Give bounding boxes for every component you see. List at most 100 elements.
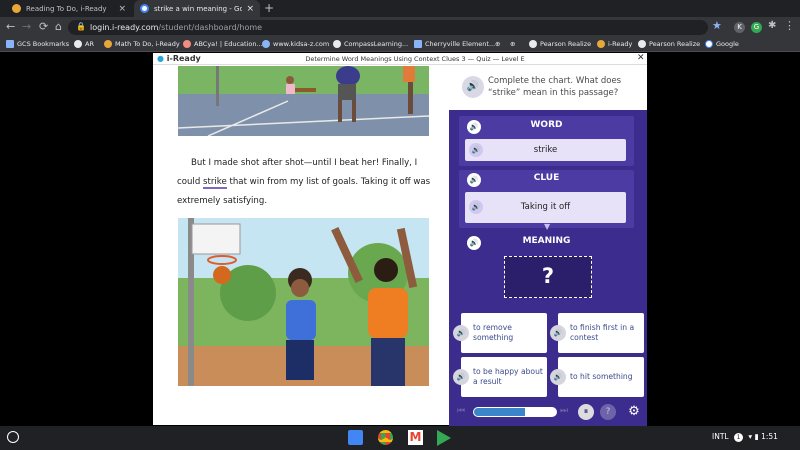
answer-choice-hit[interactable]: 🔊 to hit something — [550, 357, 644, 397]
target-word: strike — [203, 177, 227, 189]
bookmark-label: Pearson Realize — [540, 40, 592, 48]
bookmark-label: www.kidsa-z.com — [273, 40, 330, 48]
bookmark-gcs[interactable]: GCS Bookmarks — [6, 39, 69, 49]
bookmark-label: Pearson Realize — [649, 40, 701, 48]
choice-label: to finish first in a contest — [570, 323, 635, 342]
speaker-icon[interactable]: 🔊 — [550, 325, 566, 341]
tab-title: strike a win meaning - Google S — [154, 4, 243, 13]
speaker-icon[interactable]: 🔊 — [453, 325, 469, 341]
folder-icon — [6, 40, 14, 48]
docs-app-icon[interactable] — [348, 430, 363, 445]
back-button[interactable]: ← — [6, 19, 15, 35]
bookmark-cherryville[interactable]: Cherryville Element... — [414, 39, 495, 49]
close-icon[interactable]: × — [246, 4, 254, 14]
iready-icon — [104, 40, 112, 48]
pearson-icon — [529, 40, 537, 48]
skip-back-icon[interactable]: ⏮ — [457, 406, 465, 416]
tab-strike-a-win[interactable]: strike a win meaning - Google S × — [134, 0, 260, 17]
bookmark-abcya[interactable]: ABCya! | Education... — [183, 39, 263, 49]
close-icon[interactable]: × — [118, 4, 126, 14]
play-store-app-icon[interactable] — [437, 430, 451, 446]
skip-forward-icon[interactable]: ⏭ — [560, 406, 568, 416]
extensions-puzzle-icon[interactable]: ✱ — [768, 20, 776, 31]
bookmark-iready[interactable]: i-Ready — [597, 39, 632, 49]
lesson-title: Determine Word Meanings Using Context Cl… — [305, 55, 525, 63]
meaning-drop-target[interactable]: ? — [504, 256, 592, 298]
word-value: strike — [533, 145, 558, 155]
lock-icon[interactable]: 🔒 — [76, 22, 86, 31]
bookmark-star-icon[interactable]: ★ — [712, 19, 722, 32]
meaning-header: MEANING — [522, 236, 571, 246]
word-answer: strike — [465, 139, 626, 161]
girls-basketball-illustration — [178, 218, 429, 386]
speaker-icon[interactable]: 🔊 — [550, 369, 566, 385]
clue-value: Taking it off — [520, 202, 571, 212]
bookmark-label: i-Ready — [608, 40, 633, 48]
notification-count: 1 — [733, 433, 743, 442]
status-tray[interactable]: INTL 1 ▾ ▮ 1:51 — [712, 430, 778, 444]
home-button[interactable]: ⌂ — [55, 19, 62, 35]
speaker-icon[interactable]: 🔊 — [469, 143, 483, 157]
extension-g-icon[interactable]: G — [751, 22, 762, 33]
tab-reading-to-do[interactable]: Reading To Do, i-Ready × — [6, 0, 132, 17]
speaker-icon[interactable]: 🔊 — [462, 76, 484, 98]
launcher-button[interactable] — [7, 431, 19, 443]
gmail-app-icon[interactable]: M — [408, 430, 423, 445]
forward-button[interactable]: → — [22, 19, 31, 35]
browser-menu-icon[interactable]: ⋮ — [784, 19, 795, 32]
choice-label: to remove something — [473, 323, 514, 342]
os-shelf — [0, 426, 800, 450]
bookmark-label: AR — [85, 40, 94, 48]
speaker-icon[interactable]: 🔊 — [453, 369, 469, 385]
clue-answer: Taking it off — [465, 192, 626, 223]
abcya-icon — [183, 40, 191, 48]
locale-label: INTL — [712, 432, 729, 441]
progress-fill — [474, 408, 525, 416]
google-favicon-icon — [140, 4, 149, 13]
bookmark-kidsa-z[interactable]: www.kidsa-z.com — [262, 39, 329, 49]
iready-logo: ● i-Ready — [157, 54, 201, 63]
speaker-icon[interactable]: 🔊 — [469, 200, 483, 214]
chrome-app-icon[interactable] — [378, 430, 393, 445]
answer-choice-remove[interactable]: 🔊 to remove something — [453, 313, 547, 353]
clue-header: CLUE — [533, 173, 560, 183]
new-tab-button[interactable]: + — [264, 1, 274, 15]
globe-icon: ⊕ — [495, 40, 501, 48]
pearson-icon — [638, 40, 646, 48]
globe-icon: ⊕ — [510, 40, 516, 48]
bookmark-compass[interactable]: CompassLearning... — [333, 39, 408, 49]
help-button[interactable]: ? — [600, 404, 616, 420]
question-prompt: Complete the chart. What does “strike” m… — [488, 76, 622, 98]
logo-text: i-Ready — [166, 54, 201, 63]
clock-time: 1:51 — [761, 432, 778, 441]
bookmark-pearson-2[interactable]: Pearson Realize — [638, 39, 700, 49]
bookmark-math-to-do[interactable]: Math To Do, i-Ready — [104, 39, 180, 49]
reload-button[interactable]: ⟳ — [39, 19, 48, 35]
wifi-icon: ▾ — [748, 432, 753, 441]
globe-icon — [333, 40, 341, 48]
court-scene-image — [178, 66, 429, 136]
extension-k-icon[interactable]: K — [734, 22, 745, 33]
bookmark-label: CompassLearning... — [344, 40, 409, 48]
pause-button[interactable]: ⏸ — [578, 404, 594, 420]
choice-label: to hit something — [570, 372, 633, 381]
bookmark-google[interactable]: Google — [705, 39, 739, 49]
bookmark-label: ABCya! | Education... — [194, 40, 263, 48]
answer-choice-finish-first[interactable]: 🔊 to finish first in a contest — [550, 313, 644, 353]
bookmark-label: Google — [716, 40, 739, 48]
arrow-down-icon: ▼ — [544, 222, 551, 231]
settings-gear-icon[interactable]: ⚙ — [626, 404, 642, 420]
bookmark-pearson-1[interactable]: Pearson Realize — [529, 39, 591, 49]
iready-favicon-icon — [12, 4, 21, 13]
passage-text: But I made shot after shot—until I beat … — [177, 154, 439, 211]
bookmark-globe-a[interactable]: ⊕ — [495, 39, 500, 49]
kidsa-z-icon — [262, 40, 270, 48]
bookmark-globe-b[interactable]: ⊕ — [510, 39, 515, 49]
answer-choice-happy[interactable]: 🔊 to be happy about a result — [453, 357, 547, 397]
url-text: login.i-ready.com/student/dashboard/home — [90, 21, 262, 34]
bookmark-ar[interactable]: AR — [74, 39, 94, 49]
bookmark-label: Math To Do, i-Ready — [115, 40, 180, 48]
tab-title: Reading To Do, i-Ready — [26, 4, 107, 13]
google-icon — [705, 40, 713, 48]
close-lesson-button[interactable]: ✕ — [637, 53, 645, 63]
